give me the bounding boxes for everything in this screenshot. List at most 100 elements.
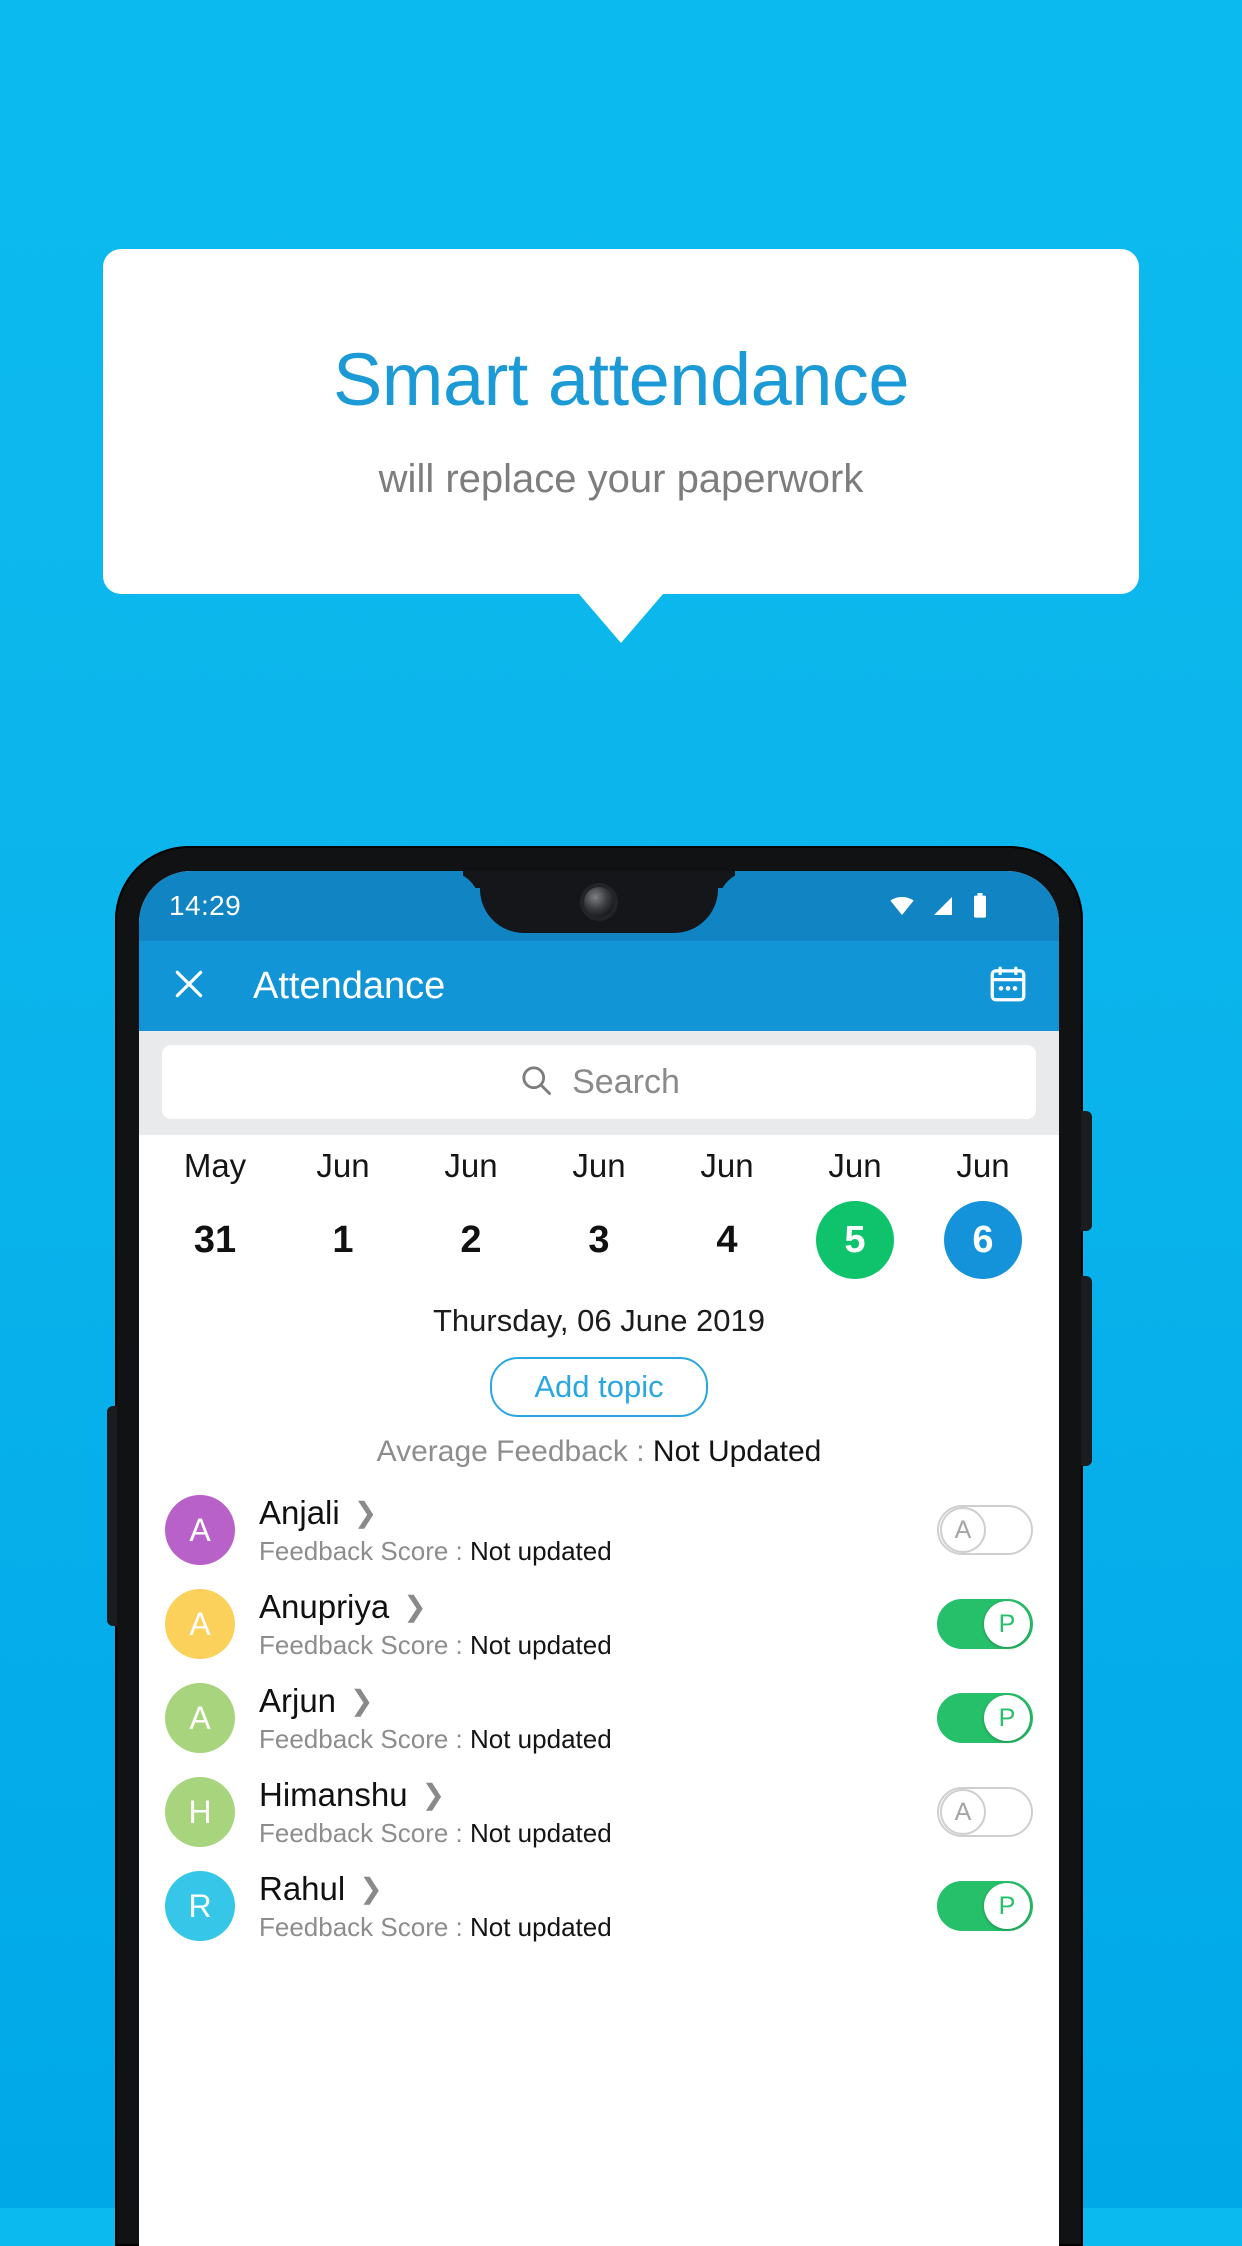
date-cell[interactable]: Jun 4: [663, 1147, 791, 1279]
avatar: A: [165, 1683, 235, 1753]
feedback-score-value: Not updated: [470, 1535, 612, 1566]
attendance-toggle[interactable]: A: [937, 1505, 1033, 1555]
student-row[interactable]: R Rahul ❯ Feedback Score : Not updated P: [139, 1859, 1059, 1953]
student-name-row[interactable]: Anjali ❯: [259, 1494, 937, 1532]
student-name-row[interactable]: Anupriya ❯: [259, 1588, 937, 1626]
add-topic-container: Add topic: [139, 1357, 1059, 1417]
front-camera-icon: [584, 887, 614, 917]
date-month-label: May: [183, 1147, 247, 1184]
student-info: Anjali ❯ Feedback Score : Not updated: [259, 1494, 937, 1567]
student-info: Anupriya ❯ Feedback Score : Not updated: [259, 1588, 937, 1661]
student-name: Rahul: [259, 1869, 346, 1907]
date-cell[interactable]: May 31: [151, 1147, 279, 1279]
page-title: Attendance: [253, 964, 446, 1007]
date-day-number[interactable]: 6: [944, 1201, 1022, 1279]
app-bar: Attendance: [139, 941, 1059, 1031]
date-cell[interactable]: Jun 5: [791, 1147, 919, 1279]
phone-left-bezel-button: [107, 1406, 117, 1626]
chevron-right-icon[interactable]: ❯: [350, 1686, 373, 1715]
attendance-toggle-knob: P: [984, 1601, 1030, 1647]
phone-volume-button: [1081, 1111, 1092, 1231]
student-name: Anupriya: [259, 1587, 390, 1625]
student-list: A Anjali ❯ Feedback Score : Not updated A A An…: [139, 1483, 1059, 1953]
date-month-label: Jun: [828, 1147, 882, 1184]
search-icon: [518, 1062, 554, 1103]
attendance-toggle[interactable]: P: [937, 1693, 1033, 1743]
attendance-toggle[interactable]: A: [937, 1787, 1033, 1837]
date-day-number[interactable]: 2: [432, 1201, 510, 1279]
feedback-score-label: Feedback Score :: [259, 1911, 470, 1942]
feedback-score: Feedback Score : Not updated: [259, 1724, 937, 1755]
calendar-icon[interactable]: [987, 963, 1029, 1010]
search-placeholder: Search: [572, 1062, 680, 1101]
date-day-number[interactable]: 5: [816, 1201, 894, 1279]
feedback-score-value: Not updated: [470, 1911, 612, 1942]
add-topic-button[interactable]: Add topic: [490, 1357, 708, 1417]
status-bar: 14:29: [139, 871, 1059, 941]
student-name: Anjali: [259, 1493, 340, 1531]
promo-subtitle: will replace your paperwork: [378, 456, 864, 501]
date-day-number[interactable]: 31: [176, 1201, 254, 1279]
phone-device-frame: 14:29 Attendance Search May 31 Jun 1 Jun…: [107, 846, 1092, 2246]
date-month-label: Jun: [700, 1147, 754, 1184]
student-info: Rahul ❯ Feedback Score : Not updated: [259, 1870, 937, 1943]
attendance-toggle-knob: P: [984, 1883, 1030, 1929]
student-row[interactable]: H Himanshu ❯ Feedback Score : Not updated A: [139, 1765, 1059, 1859]
feedback-score-value: Not updated: [470, 1817, 612, 1848]
date-month-label: Jun: [572, 1147, 626, 1184]
student-info: Himanshu ❯ Feedback Score : Not updated: [259, 1776, 937, 1849]
avatar: A: [165, 1495, 235, 1565]
date-strip: May 31 Jun 1 Jun 2 Jun 3 Jun 4 Jun 5 Jun 6: [139, 1135, 1059, 1287]
date-month-label: Jun: [956, 1147, 1010, 1184]
date-day-number[interactable]: 3: [560, 1201, 638, 1279]
student-name-row[interactable]: Arjun ❯: [259, 1682, 937, 1720]
feedback-score: Feedback Score : Not updated: [259, 1912, 937, 1943]
average-feedback-label: Average Feedback :: [376, 1435, 653, 1468]
feedback-score-label: Feedback Score :: [259, 1535, 470, 1566]
attendance-toggle[interactable]: P: [937, 1881, 1033, 1931]
student-row[interactable]: A Anupriya ❯ Feedback Score : Not updated P: [139, 1577, 1059, 1671]
chevron-right-icon[interactable]: ❯: [403, 1592, 426, 1621]
average-feedback: Average Feedback : Not Updated: [139, 1435, 1059, 1469]
date-cell[interactable]: Jun 2: [407, 1147, 535, 1279]
attendance-toggle[interactable]: P: [937, 1599, 1033, 1649]
student-info: Arjun ❯ Feedback Score : Not updated: [259, 1682, 937, 1755]
feedback-score: Feedback Score : Not updated: [259, 1630, 937, 1661]
status-bar-icons: [887, 893, 1029, 919]
promo-callout-card: Smart attendance will replace your paper…: [103, 249, 1139, 594]
date-day-number[interactable]: 4: [688, 1201, 766, 1279]
chevron-right-icon[interactable]: ❯: [354, 1498, 377, 1527]
student-name: Himanshu: [259, 1775, 408, 1813]
feedback-score-value: Not updated: [470, 1629, 612, 1660]
feedback-score-label: Feedback Score :: [259, 1817, 470, 1848]
feedback-score-value: Not updated: [470, 1723, 612, 1754]
status-bar-clock: 14:29: [169, 890, 242, 921]
signal-icon: [930, 894, 958, 918]
student-row[interactable]: A Arjun ❯ Feedback Score : Not updated P: [139, 1671, 1059, 1765]
search-input[interactable]: Search: [162, 1045, 1036, 1119]
chevron-right-icon[interactable]: ❯: [422, 1780, 445, 1809]
selected-date-label: Thursday, 06 June 2019: [432, 1303, 766, 1338]
date-day-number[interactable]: 1: [304, 1201, 382, 1279]
date-cell[interactable]: Jun 3: [535, 1147, 663, 1279]
avatar: H: [165, 1777, 235, 1847]
student-row[interactable]: A Anjali ❯ Feedback Score : Not updated A: [139, 1483, 1059, 1577]
phone-notch: [480, 871, 718, 933]
student-name-row[interactable]: Himanshu ❯: [259, 1776, 937, 1814]
avatar: A: [165, 1589, 235, 1659]
promo-title: Smart attendance: [332, 338, 910, 422]
phone-power-button: [1081, 1276, 1092, 1466]
avatar: R: [165, 1871, 235, 1941]
date-cell[interactable]: Jun 6: [919, 1147, 1047, 1279]
close-icon[interactable]: [169, 964, 209, 1009]
feedback-score: Feedback Score : Not updated: [259, 1536, 937, 1567]
chevron-right-icon[interactable]: ❯: [359, 1874, 382, 1903]
battery-icon: [971, 893, 989, 919]
date-cell[interactable]: Jun 1: [279, 1147, 407, 1279]
promo-callout-tail: [579, 594, 663, 643]
student-name-row[interactable]: Rahul ❯: [259, 1870, 937, 1908]
feedback-score-label: Feedback Score :: [259, 1629, 470, 1660]
feedback-score: Feedback Score : Not updated: [259, 1818, 937, 1849]
date-month-label: Jun: [444, 1147, 498, 1184]
date-month-label: Jun: [316, 1147, 370, 1184]
